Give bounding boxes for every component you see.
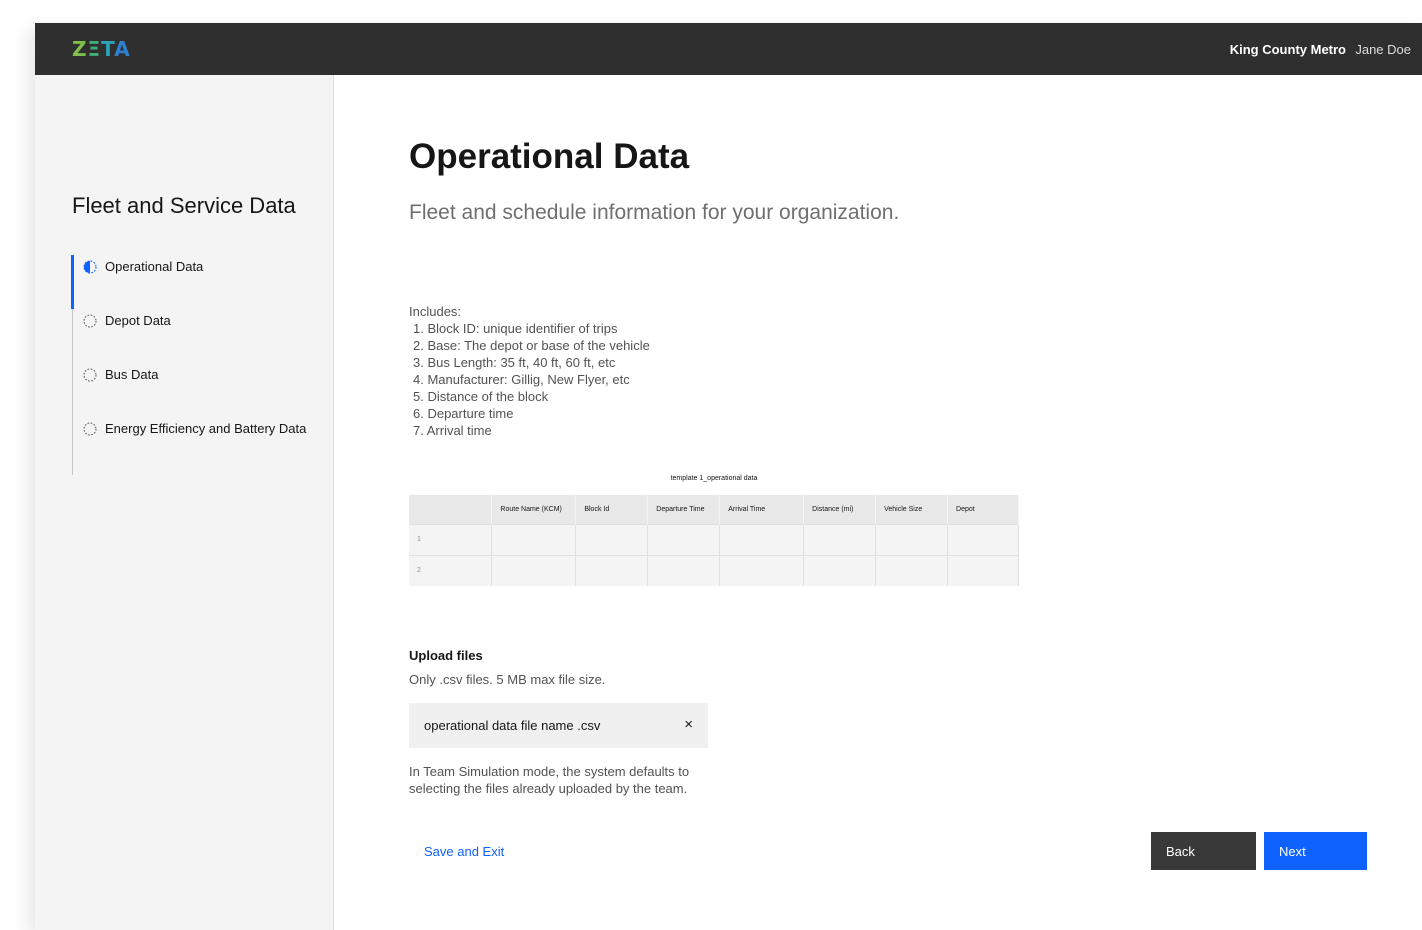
- table-cell: [719, 554, 805, 586]
- table-cell: 2: [409, 554, 493, 586]
- step-energy-efficiency-battery-data[interactable]: Energy Efficiency and Battery Data: [73, 417, 323, 471]
- list-item: 7. Arrival time: [413, 423, 492, 438]
- list-item: 2. Base: The depot or base of the vehicl…: [413, 338, 650, 353]
- upload-helper-text: Only .csv files. 5 MB max file size.: [409, 672, 606, 687]
- column-header: Block Id: [575, 495, 649, 524]
- table-header-row: Route Name (KCM) Block Id Departure Time…: [409, 495, 1019, 524]
- table-cell: [647, 554, 721, 586]
- step-label: Energy Efficiency and Battery Data: [105, 421, 307, 436]
- step-operational-data[interactable]: Operational Data: [71, 255, 321, 309]
- column-header: Distance (mi): [803, 495, 877, 524]
- step-label: Operational Data: [105, 259, 204, 274]
- table-cell: [575, 523, 649, 555]
- list-item: 4. Manufacturer: Gillig, New Flyer, etc: [413, 372, 630, 387]
- table-cell: [491, 554, 577, 586]
- dashed-circle-icon: [83, 422, 97, 436]
- table-cell: [575, 554, 649, 586]
- zeta-logo[interactable]: ZΞTA: [72, 37, 131, 61]
- list-item: 1. Block ID: unique identifier of trips: [413, 321, 618, 336]
- save-and-exit-link[interactable]: Save and Exit: [424, 844, 504, 859]
- progress-indicator: Operational Data Depot Data Bus Data Ene…: [71, 255, 323, 475]
- table-cell: [947, 523, 1019, 555]
- top-nav-bar: ZΞTA King County Metro Jane Doe: [35, 23, 1422, 75]
- next-button[interactable]: Next: [1264, 832, 1367, 870]
- close-icon[interactable]: ×: [684, 716, 693, 733]
- table-row: 2: [409, 554, 1019, 586]
- column-header: Route Name (KCM): [491, 495, 577, 524]
- user-name[interactable]: Jane Doe: [1355, 42, 1411, 57]
- includes-label: Includes:: [409, 304, 462, 319]
- table-cell: [719, 523, 805, 555]
- file-name: operational data file name .csv: [424, 718, 601, 733]
- column-header: Depot: [947, 495, 1019, 524]
- step-depot-data[interactable]: Depot Data: [73, 309, 323, 363]
- step-label: Depot Data: [105, 313, 171, 328]
- table-cell: [947, 554, 1019, 586]
- list-item: 6. Departure time: [413, 406, 514, 421]
- step-bus-data[interactable]: Bus Data: [73, 363, 323, 417]
- table-cell: [803, 523, 877, 555]
- column-header: Arrival Time: [719, 495, 805, 524]
- table-cell: [647, 523, 721, 555]
- template-table: Route Name (KCM) Block Id Departure Time…: [409, 495, 1019, 586]
- list-item: 5. Distance of the block: [413, 389, 549, 404]
- step-label: Bus Data: [105, 367, 159, 382]
- app-window: ZΞTA King County Metro Jane Doe Fleet an…: [35, 23, 1422, 930]
- sidebar-title: Fleet and Service Data: [72, 193, 296, 218]
- table-cell: [875, 554, 949, 586]
- list-item: 3. Bus Length: 35 ft, 40 ft, 60 ft, etc: [413, 355, 616, 370]
- organization-name[interactable]: King County Metro: [1230, 42, 1346, 57]
- includes-list: Includes: 1. Block ID: unique identifier…: [409, 303, 650, 439]
- uploaded-file-item: operational data file name .csv ×: [409, 703, 708, 748]
- team-simulation-note: In Team Simulation mode, the system defa…: [409, 764, 690, 796]
- dashed-circle-icon: [83, 368, 97, 382]
- table-cell: 1: [409, 523, 493, 555]
- table-cell: [491, 523, 577, 555]
- page-title: Operational Data: [409, 137, 690, 176]
- column-header: Vehicle Size: [875, 495, 949, 524]
- half-filled-circle-icon: [83, 260, 97, 274]
- upload-title: Upload files: [409, 648, 483, 663]
- progress-sidebar: Fleet and Service Data Operational Data …: [35, 75, 334, 930]
- column-header: [409, 495, 493, 524]
- dashed-circle-icon: [83, 314, 97, 328]
- table-cell: [875, 523, 949, 555]
- page-subtitle: Fleet and schedule information for your …: [409, 201, 900, 224]
- column-header: Departure Time: [647, 495, 721, 524]
- table-row: 1: [409, 523, 1019, 555]
- template-caption: template 1_operational data: [670, 475, 758, 482]
- table-cell: [803, 554, 877, 586]
- back-button[interactable]: Back: [1151, 832, 1256, 870]
